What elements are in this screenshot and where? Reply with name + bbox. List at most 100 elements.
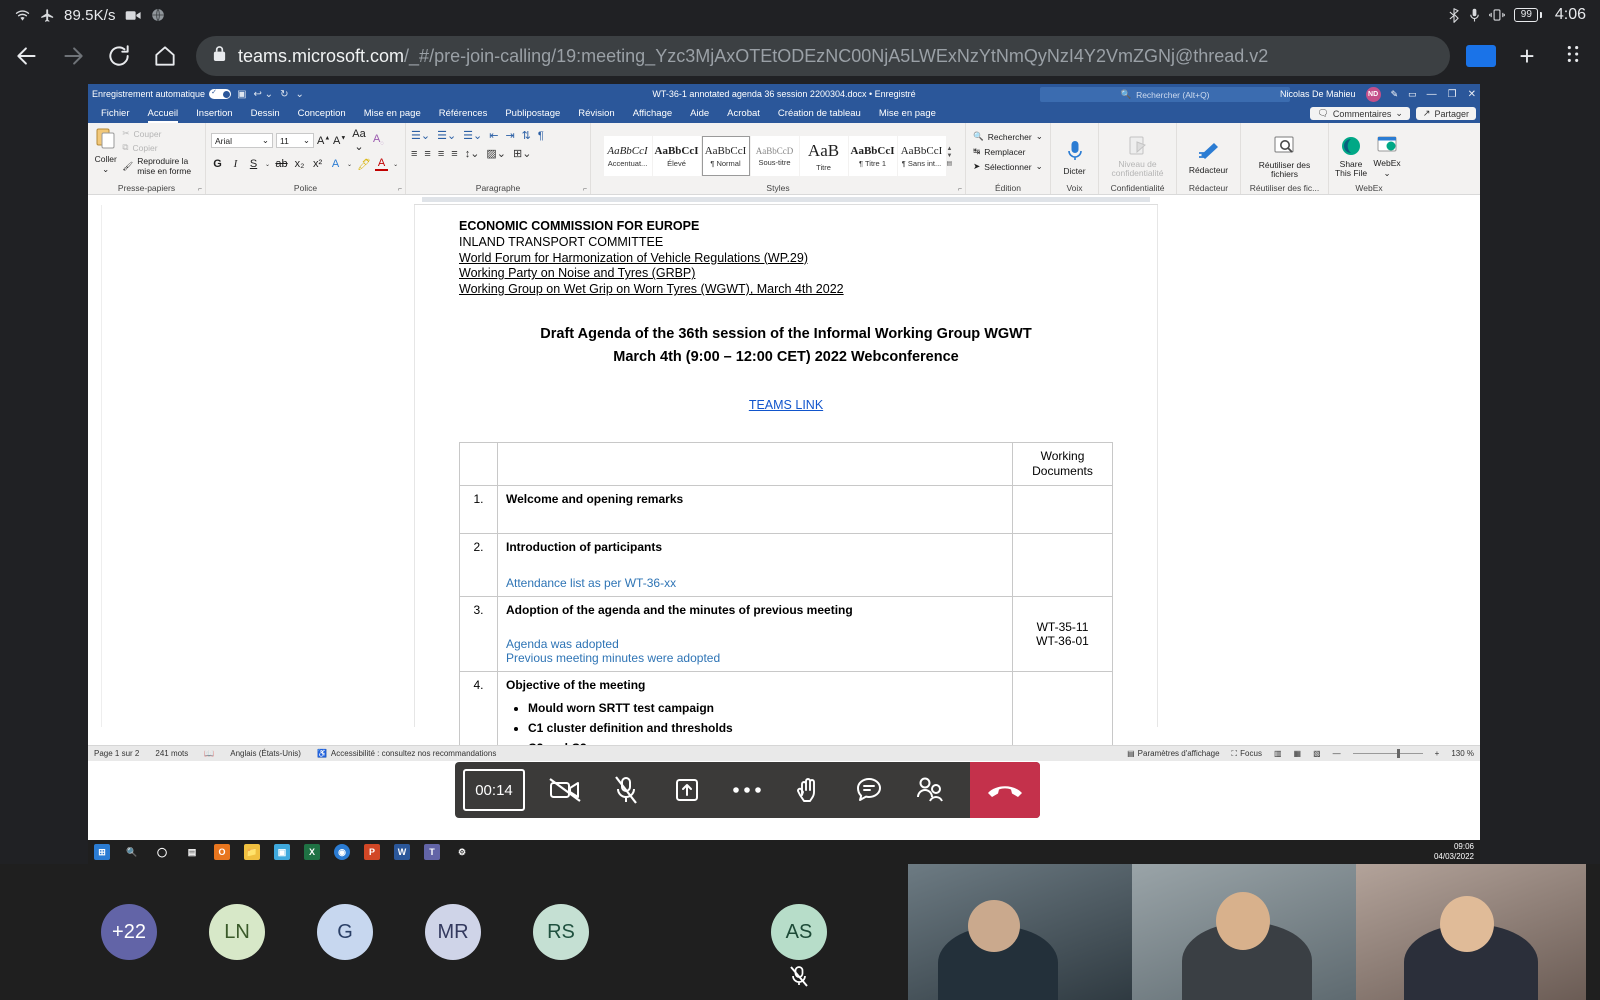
customize-qat-icon[interactable]: ⌄ [295, 89, 303, 100]
grow-font-button[interactable]: A▲ [317, 135, 330, 147]
underline-button[interactable]: S [247, 158, 260, 170]
reuse-files-button[interactable]: Réutiliser des fichiers [1245, 135, 1325, 179]
search-icon[interactable]: 🔍 [124, 844, 140, 860]
tab-fichier[interactable]: Fichier [92, 104, 139, 123]
teams-link[interactable]: TEAMS LINK [459, 398, 1113, 412]
line-spacing-button[interactable]: ↕⌄ [465, 147, 480, 160]
select-button[interactable]: ➤Sélectionner⌄ [973, 161, 1043, 172]
hangup-button[interactable] [970, 762, 1040, 818]
font-size-select[interactable]: 11⌄ [276, 133, 314, 148]
participants-icon[interactable] [910, 770, 950, 810]
strikethrough-button[interactable]: ab [275, 158, 288, 170]
styles-scroll-controls[interactable]: ▲▼▤ [947, 146, 953, 167]
format-painter-button[interactable]: 🖌Reproduire la mise en forme [122, 156, 200, 176]
scroll-up-icon[interactable]: ▲ [947, 146, 953, 152]
avatar[interactable]: AS [771, 904, 827, 960]
profile-indicator[interactable] [1466, 45, 1496, 67]
tab-aide[interactable]: Aide [681, 104, 718, 123]
highlight-button[interactable]: 🖊 [357, 158, 370, 171]
word-icon[interactable]: W [394, 844, 410, 860]
find-button[interactable]: 🔍Rechercher⌄ [973, 131, 1043, 142]
bold-button[interactable]: G [211, 158, 224, 170]
align-center-button[interactable]: ≡ [424, 148, 430, 160]
avatar[interactable]: +22 [101, 904, 157, 960]
ink-icon[interactable]: ✎ [1391, 89, 1399, 100]
style-titre-1[interactable]: AaBbCcI¶ Titre 1 [849, 136, 897, 176]
file-explorer-icon[interactable]: 📁 [244, 844, 260, 860]
avatar[interactable]: MR [425, 904, 481, 960]
tab-dessin[interactable]: Dessin [242, 104, 289, 123]
font-dialog-launcher[interactable]: ⌐ [398, 186, 402, 193]
redo-icon[interactable]: ↻ [280, 89, 288, 100]
style-sans-interligne[interactable]: AaBbCcI¶ Sans int... [898, 136, 946, 176]
tab-acrobat[interactable]: Acrobat [718, 104, 769, 123]
increase-indent-button[interactable]: ⇥ [505, 129, 514, 142]
tab-mise-en-page[interactable]: Mise en page [355, 104, 430, 123]
autosave-toggle[interactable]: Enregistrement automatique [92, 89, 231, 99]
task-view-icon[interactable]: ▤ [184, 844, 200, 860]
camera-off-icon[interactable] [545, 770, 585, 810]
powerpoint-icon[interactable]: P [364, 844, 380, 860]
paste-button[interactable]: Coller ⌄ [93, 126, 118, 175]
show-marks-button[interactable]: ¶ [538, 130, 544, 142]
tab-accueil[interactable]: Accueil [139, 104, 188, 123]
proofing-icon[interactable]: 📖 [204, 749, 214, 758]
tab-publipostage[interactable]: Publipostage [496, 104, 569, 123]
comments-button[interactable]: 🗨 Commentaires ⌄ [1310, 107, 1410, 120]
superscript-button[interactable]: x² [311, 158, 324, 170]
multilevel-list-button[interactable]: ☰⌄ [463, 129, 482, 142]
share-screen-icon[interactable] [667, 770, 707, 810]
accessibility-indicator[interactable]: ♿ Accessibilité : consultez nos recomman… [317, 749, 496, 758]
print-layout-view-icon[interactable]: ▥ [1274, 749, 1282, 758]
tab-revision[interactable]: Révision [569, 104, 623, 123]
word-count[interactable]: 241 mots [155, 749, 188, 758]
clear-formatting-button[interactable]: A◌ [372, 133, 385, 147]
zoom-level-label[interactable]: 130 % [1451, 749, 1474, 758]
align-right-button[interactable]: ≡ [438, 148, 444, 160]
zoom-out-button[interactable]: — [1333, 749, 1341, 758]
minimize-button[interactable]: — [1427, 89, 1437, 100]
style-normal[interactable]: AaBbCcI¶ Normal [702, 136, 750, 176]
ribbon-display-icon[interactable]: ▭ [1408, 89, 1417, 100]
style-accentuation[interactable]: AaBbCcIAccentuat... [604, 136, 652, 176]
close-button[interactable]: ✕ [1468, 89, 1476, 100]
style-eleve[interactable]: AaBbCcIÉlevé [653, 136, 701, 176]
document-page[interactable]: ECONOMIC COMMISSION FOR EUROPE INLAND TR… [414, 205, 1158, 727]
start-icon[interactable]: ⊞ [94, 844, 110, 860]
sort-button[interactable]: ⇅ [522, 129, 531, 142]
avatar[interactable]: RS [533, 904, 589, 960]
tab-conception[interactable]: Conception [289, 104, 355, 123]
share-this-file-button[interactable]: Share This File [1334, 136, 1368, 178]
more-options-icon[interactable] [727, 770, 767, 810]
display-settings-button[interactable]: ▤ Paramètres d'affichage [1127, 749, 1219, 758]
shading-button[interactable]: ▨⌄ [486, 147, 506, 160]
chevron-down-icon[interactable]: ⌄ [1383, 168, 1390, 179]
chat-icon[interactable] [849, 770, 889, 810]
focus-button[interactable]: ⛶ Focus [1232, 749, 1262, 759]
browser-menu-button[interactable] [1558, 41, 1588, 72]
reload-button[interactable] [104, 41, 134, 71]
store-icon[interactable]: ▣ [274, 844, 290, 860]
scroll-down-icon[interactable]: ▼ [947, 153, 953, 159]
paragraph-dialog-launcher[interactable]: ⌐ [583, 186, 587, 193]
microphone-off-icon[interactable] [606, 770, 646, 810]
chevron-down-icon[interactable]: ⌄ [393, 161, 398, 168]
webex-button[interactable]: WebEx ⌄ [1370, 134, 1404, 179]
decrease-indent-button[interactable]: ⇤ [489, 129, 498, 142]
raise-hand-icon[interactable] [788, 770, 828, 810]
read-mode-view-icon[interactable]: ▧ [1313, 749, 1321, 758]
chevron-down-icon[interactable]: ⌄ [347, 161, 352, 168]
word-search-box[interactable]: 🔍 Rechercher (Alt+Q) [1040, 87, 1290, 102]
chrome-icon[interactable]: ◉ [334, 844, 350, 860]
taskbar-clock[interactable]: 09:06 04/03/2022 [1434, 842, 1474, 862]
web-layout-view-icon[interactable]: ▦ [1294, 749, 1302, 758]
avatar[interactable]: LN [209, 904, 265, 960]
participant-video-tile[interactable] [1132, 864, 1356, 1000]
numbered-list-button[interactable]: ☰⌄ [437, 129, 456, 142]
share-button[interactable]: ↗ Partager [1416, 107, 1476, 120]
style-sous-titre[interactable]: AaBbCcDSous-titre [751, 136, 799, 176]
cut-button[interactable]: ✂Couper [122, 128, 200, 139]
borders-button[interactable]: ⊞⌄ [513, 147, 531, 160]
autosave-switch[interactable] [209, 89, 231, 99]
participant-tile[interactable]: AS [690, 864, 908, 1000]
